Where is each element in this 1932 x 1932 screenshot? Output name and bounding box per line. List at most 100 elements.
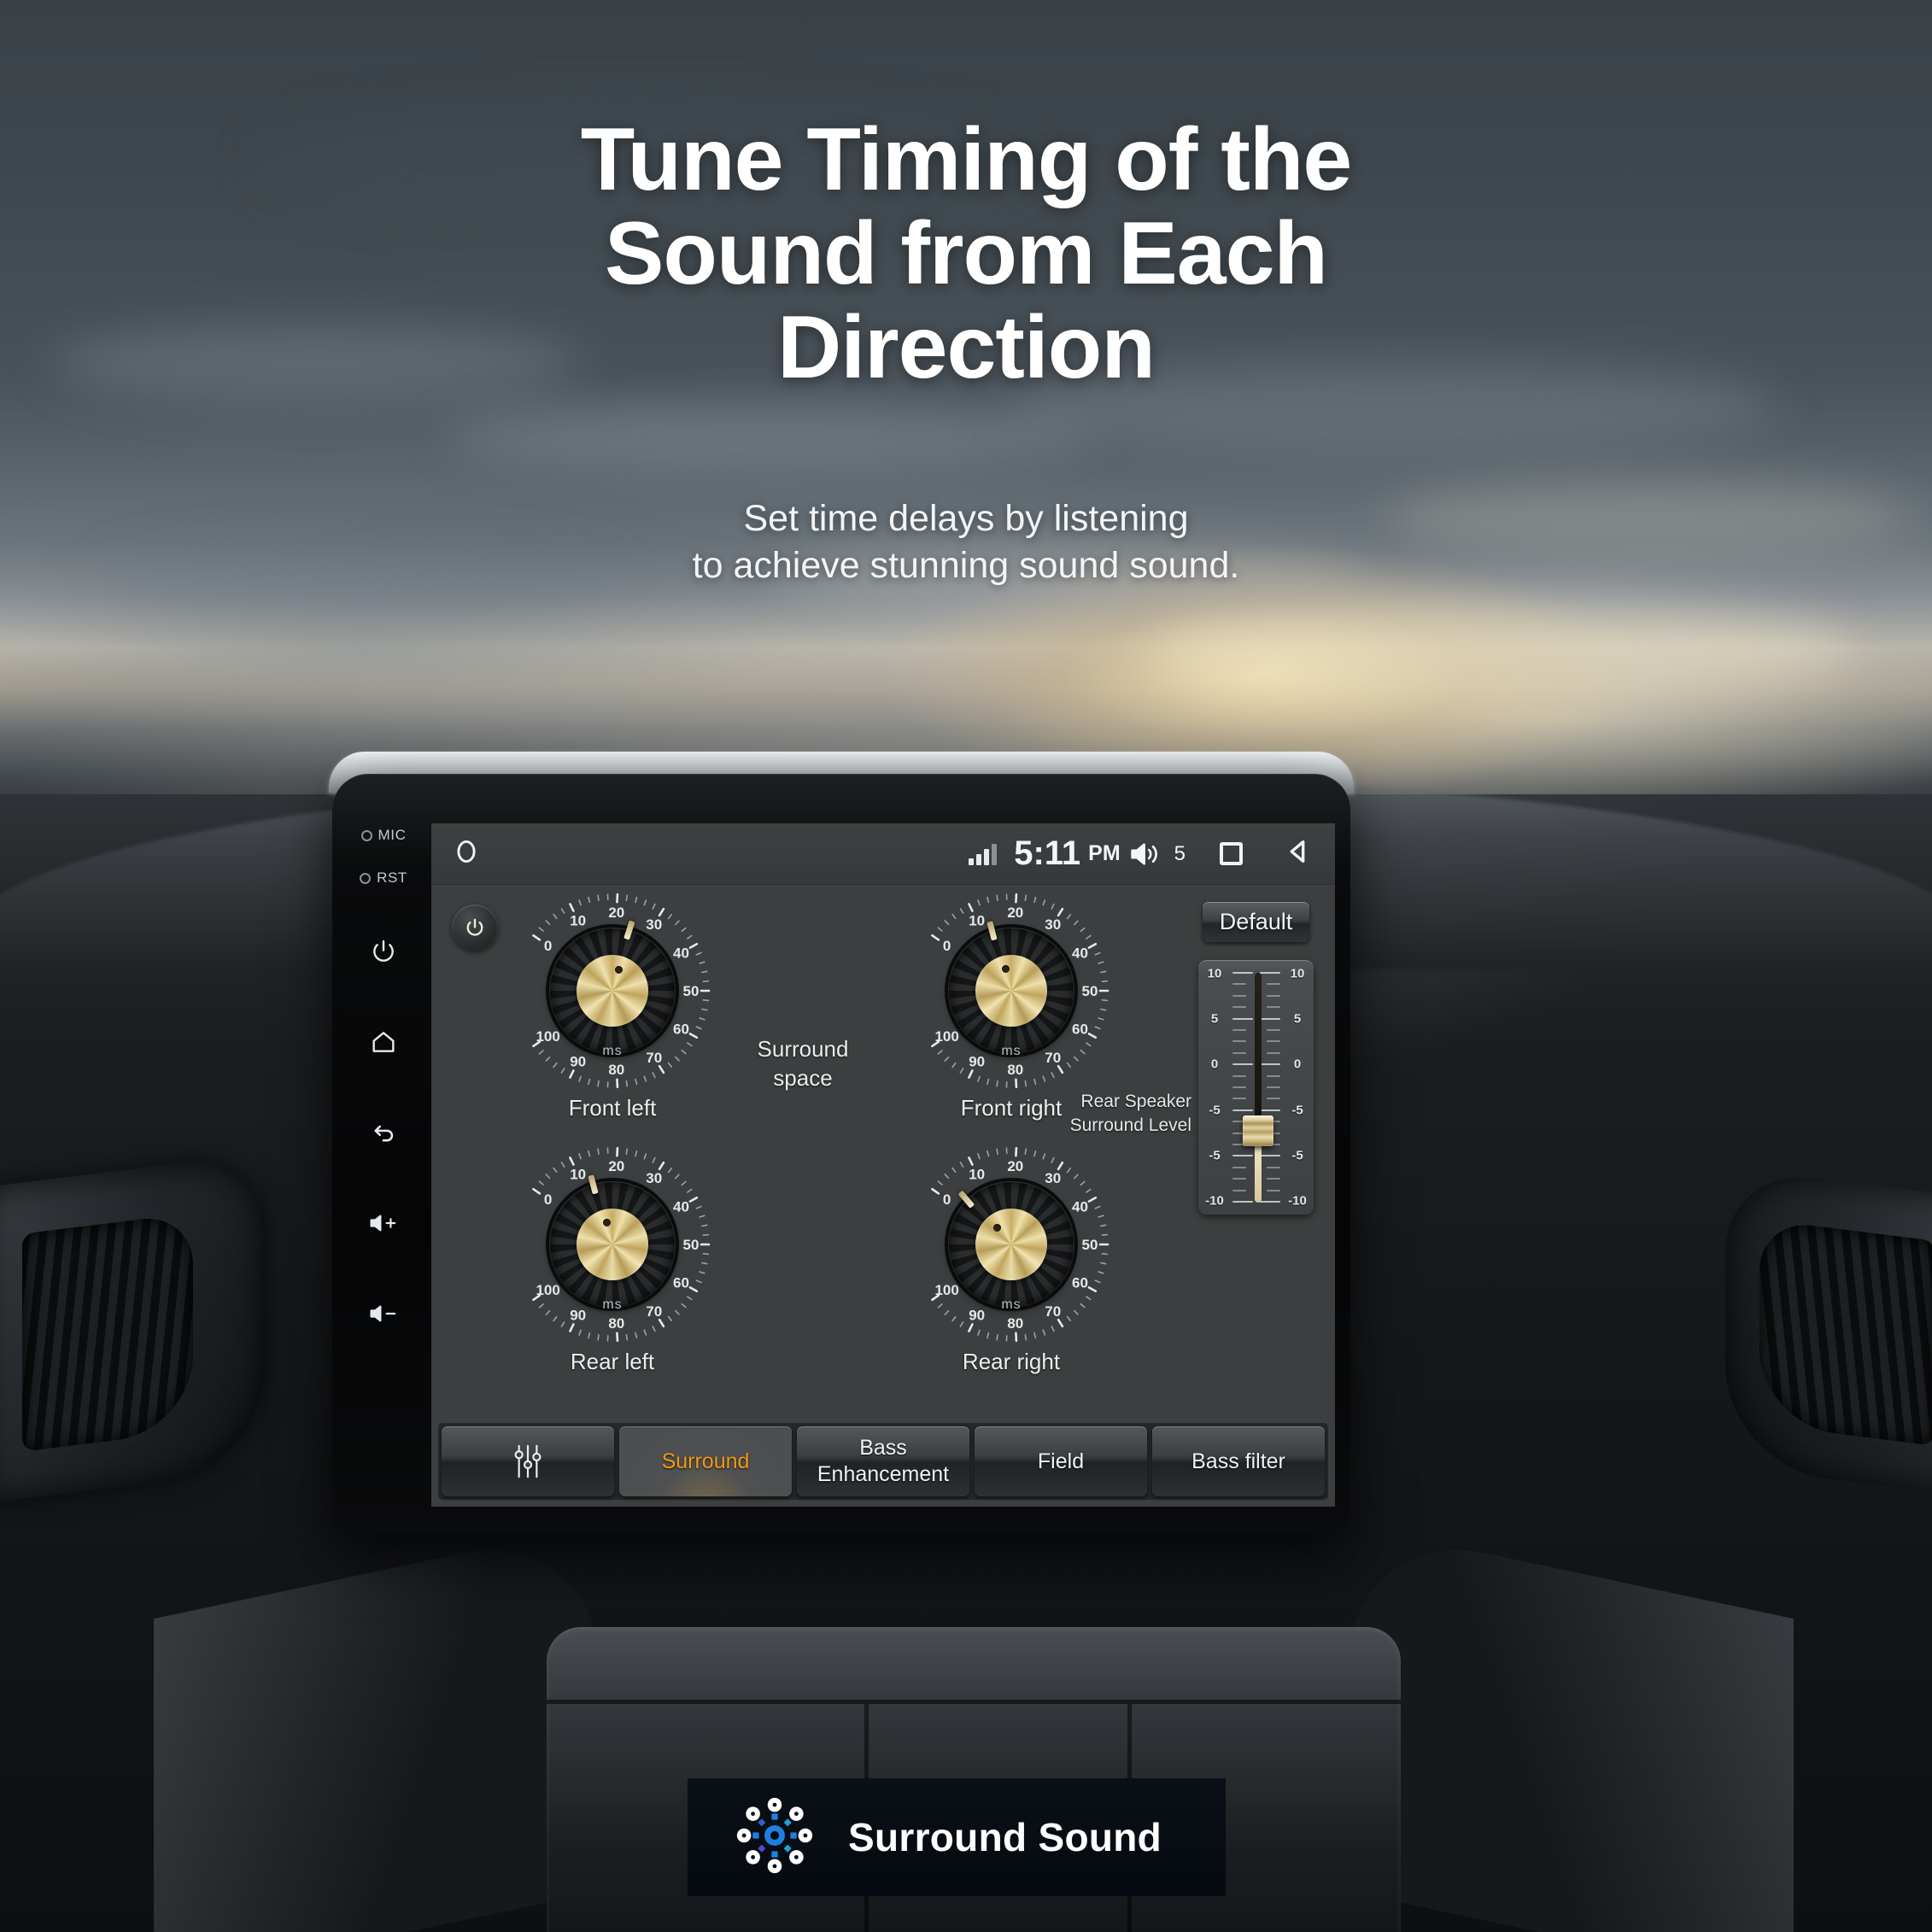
svg-text:0: 0: [544, 938, 552, 954]
svg-text:30: 30: [646, 916, 662, 933]
slider-scale-label: 5: [1293, 1011, 1302, 1027]
home-icon: [372, 1032, 395, 1052]
tab-bass-enhancement[interactable]: Bass Enhancement: [797, 1426, 969, 1496]
knob-pointer: [612, 920, 635, 992]
knob-unit-label: ms: [602, 1044, 623, 1058]
knob-dial[interactable]: 0 10 20 30 40 50 60 70 80 90 100 ms: [513, 1145, 711, 1344]
surround-speakers-icon: [735, 1796, 814, 1879]
svg-text:60: 60: [673, 1275, 689, 1291]
knob-front-left[interactable]: 0 10 20 30 40 50 60 70 80 90 100 ms Front left: [513, 892, 711, 1121]
bezel-volume-down-button[interactable]: [358, 1288, 409, 1339]
reset-indicator[interactable]: RST: [360, 869, 407, 887]
svg-text:100: 100: [934, 1028, 958, 1045]
knob-dial[interactable]: 0 10 20 30 40 50 60 70 80 90 100 ms: [912, 1145, 1110, 1344]
slider-scale-label: -5: [1209, 1103, 1221, 1118]
led-ring-icon: [360, 829, 372, 841]
svg-text:60: 60: [1072, 1022, 1088, 1038]
page-title-line-3: Direction: [777, 298, 1156, 397]
svg-text:50: 50: [683, 983, 700, 999]
brand-badge: Surround Sound: [688, 1778, 1226, 1896]
square-recents-icon[interactable]: [1220, 842, 1243, 865]
knob-indicator-dot: [603, 1219, 612, 1227]
svg-text:20: 20: [608, 905, 624, 921]
svg-text:10: 10: [969, 912, 985, 928]
knob-indicator-dot: [1002, 965, 1010, 974]
head-unit-screen: 5:11 PM 5 0 10 20 30 40 50 60 70 80 90 1…: [431, 823, 1335, 1507]
console-seam: [547, 1700, 1401, 1704]
mic-indicator-label: MIC: [378, 827, 407, 843]
status-home-button[interactable]: [454, 837, 479, 870]
back-arrow-icon: [374, 1125, 394, 1142]
knob-indicator-dot: [615, 965, 624, 974]
power-icon: [466, 918, 483, 936]
slider-scale-label: 0: [1210, 1057, 1219, 1072]
tab-surround[interactable]: Surround: [619, 1426, 792, 1496]
svg-text:50: 50: [1082, 983, 1098, 999]
svg-text:0: 0: [943, 938, 951, 954]
volume-level-value: 5: [1174, 841, 1186, 865]
slider-scale-label: -10: [1288, 1193, 1307, 1209]
rear-surround-level-slider[interactable]: 10 5 0 -5 -5 -10 10 5 0 -5 -5 -10: [1198, 960, 1314, 1215]
hero-text-block: Tune Timing of the Sound from Each Direc…: [0, 0, 1932, 589]
svg-text:30: 30: [1045, 916, 1061, 933]
knob-rear-left[interactable]: 0 10 20 30 40 50 60 70 80 90 100 ms Rear left: [513, 1145, 711, 1375]
slider-scale-label: -10: [1205, 1193, 1224, 1209]
slider-scale-right: 10 5 0 -5 -5 -10: [1286, 960, 1308, 1215]
surround-space-label: Surround space: [722, 1034, 884, 1092]
knob-unit-label: ms: [1001, 1044, 1022, 1058]
svg-text:20: 20: [1007, 905, 1023, 921]
svg-text:80: 80: [608, 1062, 624, 1078]
circle-home-icon: [457, 840, 476, 863]
reset-indicator-label: RST: [377, 869, 407, 886]
knob-label-rear-left: Rear left: [570, 1349, 655, 1374]
slider-handle[interactable]: [1243, 1115, 1273, 1147]
svg-text:0: 0: [544, 1191, 552, 1208]
surround-power-toggle[interactable]: [452, 905, 498, 951]
knob-label-rear-right: Rear right: [962, 1349, 1061, 1374]
svg-text:80: 80: [1007, 1315, 1023, 1332]
tab-field[interactable]: Field: [975, 1426, 1147, 1496]
knob-pointer: [588, 1174, 614, 1246]
slider-scale-left: 10 5 0 -5 -5 -10: [1203, 960, 1226, 1215]
knob-indicator-dot: [992, 1223, 1001, 1232]
knob-rear-right[interactable]: 0 10 20 30 40 50 60 70 80 90 100 ms Rear right: [912, 1145, 1110, 1375]
status-clock: 5:11: [1014, 834, 1081, 872]
rear-speaker-surround-level-label: Rear Speaker Surround Level: [1029, 1090, 1191, 1138]
slider-scale-label: -5: [1291, 1103, 1303, 1118]
slider-track-upper: [1255, 973, 1262, 1123]
slider-scale-label: 10: [1290, 966, 1305, 981]
svg-text:60: 60: [673, 1022, 689, 1038]
bezel-power-button[interactable]: [358, 926, 409, 977]
bezel-volume-up-button[interactable]: [358, 1197, 409, 1249]
svg-text:40: 40: [673, 945, 689, 961]
brand-name: Surround Sound: [848, 1815, 1162, 1859]
surround-settings-panel: 0 10 20 30 40 50 60 70 80 90 100 ms Front left: [431, 885, 1335, 1507]
default-button[interactable]: Default: [1203, 902, 1309, 942]
volume-minus-icon: [370, 1305, 396, 1322]
tab-bass-filter[interactable]: Bass filter: [1152, 1426, 1325, 1496]
bezel-back-button[interactable]: [358, 1107, 409, 1158]
knob-dial[interactable]: 0 10 20 30 40 50 60 70 80 90 100 ms: [912, 892, 1110, 1090]
knob-dial[interactable]: 0 10 20 30 40 50 60 70 80 90 100 ms: [513, 892, 711, 1090]
knob-front-right[interactable]: 0 10 20 30 40 50 60 70 80 90 100 ms Front right: [912, 892, 1110, 1121]
surround-space-line-2: space: [773, 1065, 833, 1091]
android-status-bar: 5:11 PM 5: [431, 823, 1335, 885]
signal-bars-icon: [969, 843, 998, 865]
svg-text:50: 50: [683, 1237, 700, 1253]
page-title-line-1: Tune Timing of the: [580, 110, 1353, 209]
knob-label-front-left: Front left: [568, 1095, 657, 1121]
led-ring-icon: [360, 872, 372, 884]
back-triangle-icon[interactable]: [1284, 837, 1313, 870]
status-right-cluster: 5:11 PM 5: [969, 834, 1335, 873]
svg-text:10: 10: [570, 912, 586, 928]
slider-title-line-2: Surround Level: [1069, 1115, 1191, 1135]
tab-equalizer[interactable]: [442, 1426, 614, 1496]
svg-text:100: 100: [934, 1282, 958, 1298]
volume-plus-icon: [370, 1215, 396, 1232]
svg-text:40: 40: [1072, 1198, 1088, 1215]
svg-text:100: 100: [536, 1282, 559, 1298]
bezel-home-button[interactable]: [358, 1016, 409, 1068]
equalizer-sliders-icon: [511, 1443, 545, 1480]
mic-indicator: MIC: [360, 827, 407, 844]
svg-text:80: 80: [1007, 1062, 1023, 1078]
